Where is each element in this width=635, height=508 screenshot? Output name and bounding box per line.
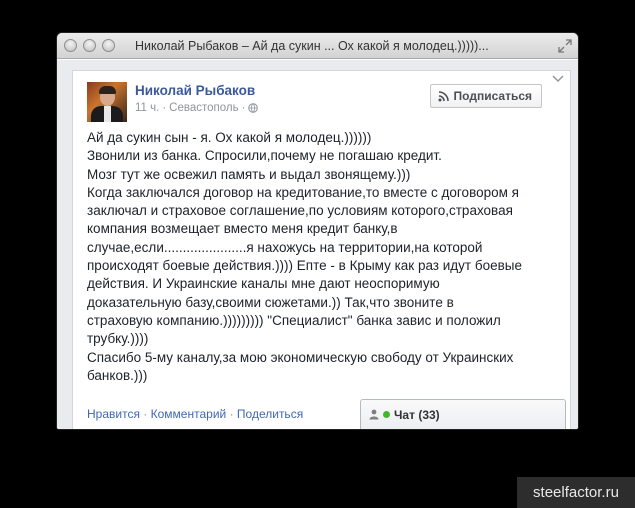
online-dot <box>383 411 390 418</box>
post-meta: 11 ч. · Севастополь · <box>135 102 259 114</box>
watermark: steelfactor.ru <box>517 477 635 508</box>
subscribe-label: Подписаться <box>453 89 532 103</box>
browser-window: Николай Рыбаков – Ай да сукин ... Ох как… <box>57 33 578 429</box>
comment-link[interactable]: Комментарий <box>151 407 227 421</box>
close-button-icon[interactable] <box>64 39 77 52</box>
rss-icon <box>438 90 449 101</box>
action-separator: · <box>229 407 234 421</box>
post-location[interactable]: Севастополь <box>169 102 238 114</box>
titlebar: Николай Рыбаков – Ай да сукин ... Ох как… <box>57 33 578 59</box>
chat-label: Чат (33) <box>394 407 440 422</box>
avatar[interactable] <box>87 82 127 122</box>
meta-separator: · <box>241 102 246 114</box>
chat-tab[interactable]: Чат (33) <box>360 399 566 429</box>
author-name[interactable]: Николай Рыбаков <box>135 83 255 98</box>
share-link[interactable]: Поделиться <box>237 407 303 421</box>
chevron-down-icon[interactable] <box>552 75 564 83</box>
meta-separator: · <box>162 102 167 114</box>
globe-icon <box>248 103 259 113</box>
users-icon <box>369 409 379 420</box>
minimize-button-icon[interactable] <box>83 39 96 52</box>
action-separator: · <box>143 407 148 421</box>
post-actions: Нравится · Комментарий · Поделиться <box>87 407 303 421</box>
post-time[interactable]: 11 ч. <box>135 102 159 114</box>
resize-icon[interactable] <box>558 39 572 53</box>
zoom-button-icon[interactable] <box>102 39 115 52</box>
post-text: Ай да сукин сын - я. Ох какой я молодец.… <box>87 130 522 383</box>
post-card: Николай Рыбаков 11 ч. · Севастополь · По… <box>72 70 571 429</box>
window-controls <box>64 39 115 52</box>
like-link[interactable]: Нравится <box>87 407 140 421</box>
page-content: Николай Рыбаков 11 ч. · Севастополь · По… <box>57 60 578 429</box>
window-title: Николай Рыбаков – Ай да сукин ... Ох как… <box>135 39 489 53</box>
subscribe-button[interactable]: Подписаться <box>429 84 542 108</box>
